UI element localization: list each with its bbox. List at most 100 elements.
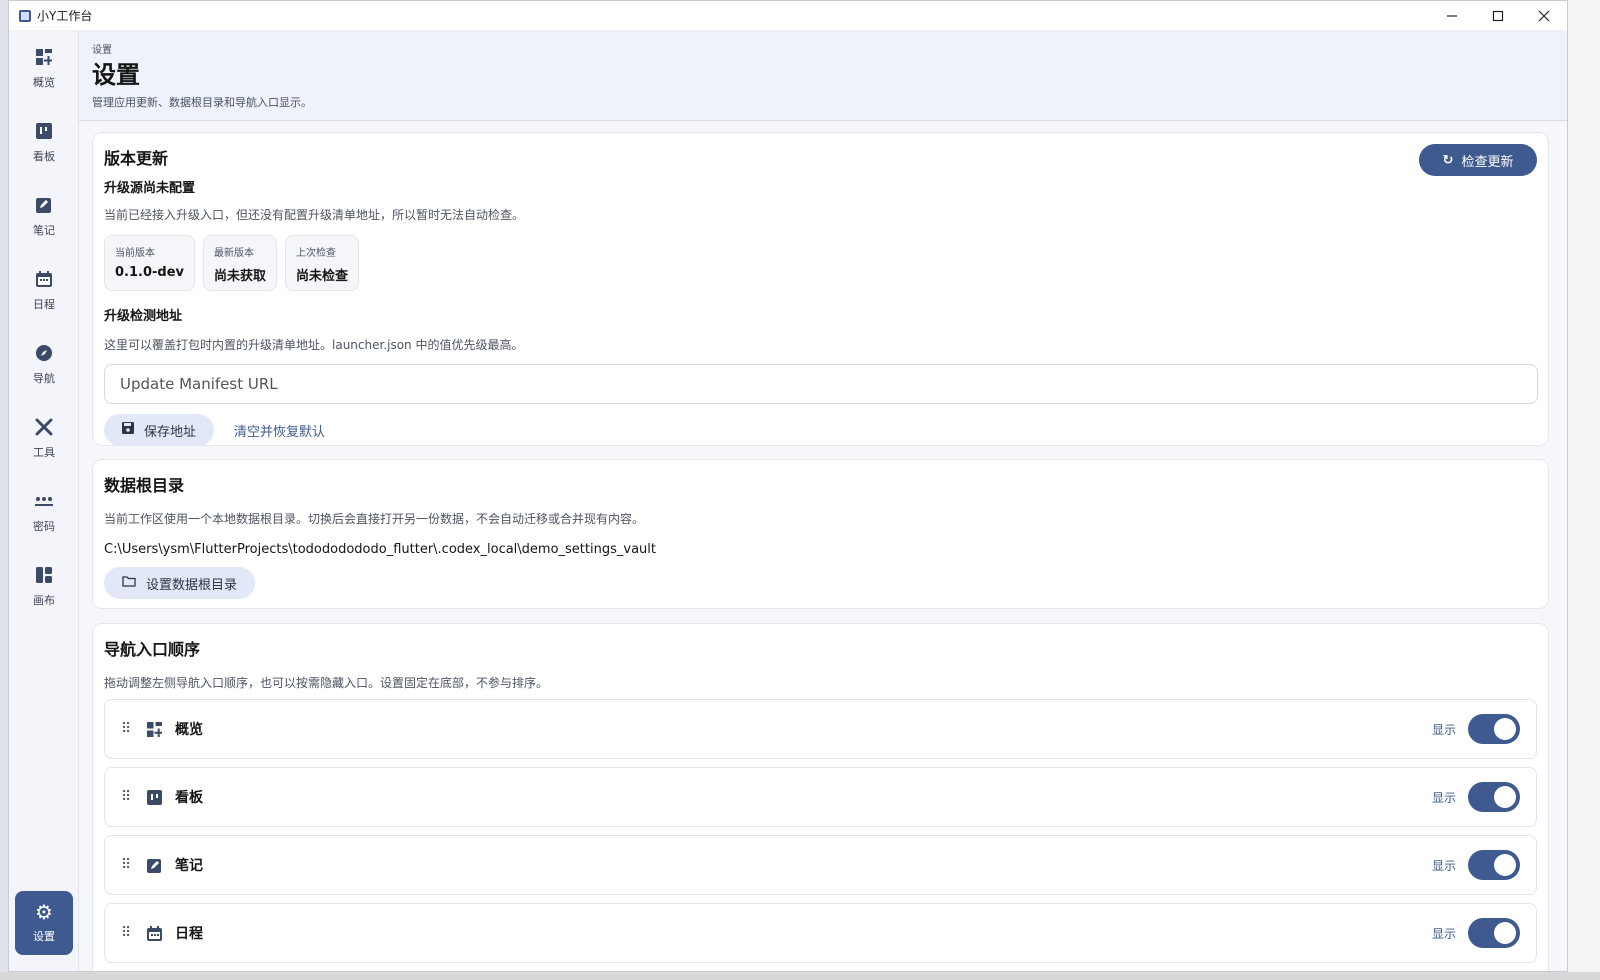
sidebar: 概览 看板 笔记 日程 导航 工具 密码 画布 ⚙ 设置 [9,31,79,971]
tools-icon [33,416,55,438]
nav-order-row[interactable]: ⠿ 概览 显示 [104,699,1537,759]
maximize-icon [1492,10,1504,21]
canvas-icon [33,564,55,586]
title-bar[interactable]: 小Y工作台 [9,1,1567,31]
url-actions: 保存地址 清空并恢复默认 [104,414,1537,446]
app-icon [19,9,31,22]
drag-handle-icon[interactable]: ⠿ [121,857,141,873]
sidebar-item-navigation[interactable]: 导航 [9,327,79,401]
page-header: 设置 设置 管理应用更新、数据根目录和导航入口显示。 [79,31,1567,121]
drag-handle-icon[interactable]: ⠿ [121,789,141,805]
sidebar-item-overview[interactable]: 概览 [9,31,79,105]
update-manifest-url-input[interactable] [104,364,1538,404]
sidebar-item-tools[interactable]: 工具 [9,401,79,475]
maximize-button[interactable] [1475,1,1521,31]
latest-version-chip: 最新版本 尚未获取 [203,235,278,291]
card-title: 数据根目录 [104,476,185,495]
sidebar-item-label: 工具 [33,446,55,459]
reset-default-link[interactable]: 清空并恢复默认 [234,421,325,440]
password-icon [33,490,55,512]
nav-row-label: 笔记 [175,858,203,874]
nav-order-row[interactable]: ⠿ 日程 显示 [104,903,1537,963]
sidebar-item-schedule[interactable]: 日程 [9,253,79,327]
close-button[interactable] [1521,1,1567,31]
sidebar-item-kanban[interactable]: 看板 [9,105,79,179]
drag-handle-icon[interactable]: ⠿ [121,925,141,941]
save-url-button[interactable]: 保存地址 [104,414,215,446]
visibility-toggle[interactable] [1468,918,1520,948]
update-url-title: 升级检测地址 [104,309,183,324]
nav-order-desc: 拖动调整左侧导航入口顺序，也可以按需隐藏入口。设置固定在底部，不参与排序。 [104,676,549,690]
sidebar-item-canvas[interactable]: 画布 [9,549,79,623]
last-check-chip: 上次检查 尚未检查 [285,235,360,291]
visibility-label: 显示 [1431,790,1456,805]
check-update-label: 检查更新 [1461,154,1514,170]
drag-handle-icon[interactable]: ⠿ [121,721,141,737]
note-icon [147,858,165,873]
gear-icon: ⚙ [35,900,53,924]
sidebar-item-label: 笔记 [33,224,55,237]
sidebar-item-label: 设置 [33,930,55,943]
note-icon [33,194,55,216]
nav-order-card: 导航入口顺序 拖动调整左侧导航入口顺序，也可以按需隐藏入口。设置固定在底部，不参… [92,623,1549,971]
version-chips: 当前版本 0.1.0-dev 最新版本 尚未获取 上次检查 尚未检查 [104,235,1537,291]
breadcrumb: 设置 [92,45,112,56]
data-root-card: 数据根目录 当前工作区使用一个本地数据根目录。切换后会直接打开另一份数据，不会自… [92,459,1549,609]
data-root-path: C:\Users\ysm\FlutterProjects\tododododod… [104,542,656,557]
nav-row-label: 看板 [175,790,203,806]
sidebar-item-settings[interactable]: ⚙ 设置 [15,891,73,955]
minimize-icon [1447,14,1457,17]
nav-order-row[interactable]: ⠿ 看板 显示 [104,767,1537,827]
version-update-card: 版本更新 ↻ 检查更新 升级源尚未配置 当前已经接入升级入口，但还没有配置升级清… [92,132,1549,446]
sidebar-item-password[interactable]: 密码 [9,475,79,549]
app-window: 小Y工作台 概览 看板 笔记 日程 导航 工具 密码 画布 ⚙ 设置 设置 设置… [8,0,1568,972]
background-window-strip-right [1568,0,1600,980]
visibility-label: 显示 [1431,926,1456,941]
background-window-strip [0,0,8,980]
sidebar-item-label: 日程 [33,298,55,311]
dashboard-icon [33,46,55,68]
chip-label: 最新版本 [214,248,255,259]
nav-order-row[interactable]: ⠿ 笔记 显示 [104,835,1537,895]
background-taskbar-edge [0,972,1600,980]
current-version-chip: 当前版本 0.1.0-dev [104,235,196,291]
close-icon [1538,10,1550,21]
card-title: 版本更新 [104,149,169,168]
card-title: 导航入口顺序 [104,640,201,659]
nav-row-label: 概览 [175,722,203,738]
sidebar-item-label: 密码 [33,520,55,533]
chip-value: 0.1.0-dev [115,265,185,280]
save-url-label: 保存地址 [144,424,197,440]
compass-icon [33,342,55,364]
chip-value: 尚未检查 [296,269,349,284]
sidebar-item-label: 导航 [33,372,55,385]
page-title: 设置 [92,61,140,89]
set-data-root-label: 设置数据根目录 [146,577,238,593]
chip-value: 尚未获取 [214,269,267,284]
folder-icon [122,575,136,591]
set-data-root-button[interactable]: 设置数据根目录 [104,567,256,599]
refresh-icon: ↻ [1442,152,1454,168]
save-icon [122,422,134,438]
main-content: 设置 设置 管理应用更新、数据根目录和导航入口显示。 版本更新 ↻ 检查更新 升… [79,31,1567,971]
sidebar-item-notes[interactable]: 笔记 [9,179,79,253]
nav-row-label: 日程 [175,926,203,942]
update-status-title: 升级源尚未配置 [104,181,196,196]
chip-label: 上次检查 [296,248,337,259]
update-url-desc: 这里可以覆盖打包时内置的升级清单地址。launcher.json 中的值优先级最… [104,338,524,352]
visibility-label: 显示 [1431,722,1456,737]
chip-label: 当前版本 [115,248,155,259]
window-title: 小Y工作台 [37,9,93,23]
visibility-toggle[interactable] [1468,782,1520,812]
dashboard-icon [147,721,165,737]
minimize-button[interactable] [1429,1,1475,31]
visibility-toggle[interactable] [1468,714,1520,744]
sidebar-item-label: 概览 [33,76,55,89]
check-update-button[interactable]: ↻ 检查更新 [1419,144,1537,176]
visibility-toggle[interactable] [1468,850,1520,880]
sidebar-item-label: 看板 [33,150,55,163]
calendar-icon [147,925,165,941]
visibility-label: 显示 [1431,858,1456,873]
kanban-icon [33,120,55,142]
kanban-icon [147,789,165,805]
